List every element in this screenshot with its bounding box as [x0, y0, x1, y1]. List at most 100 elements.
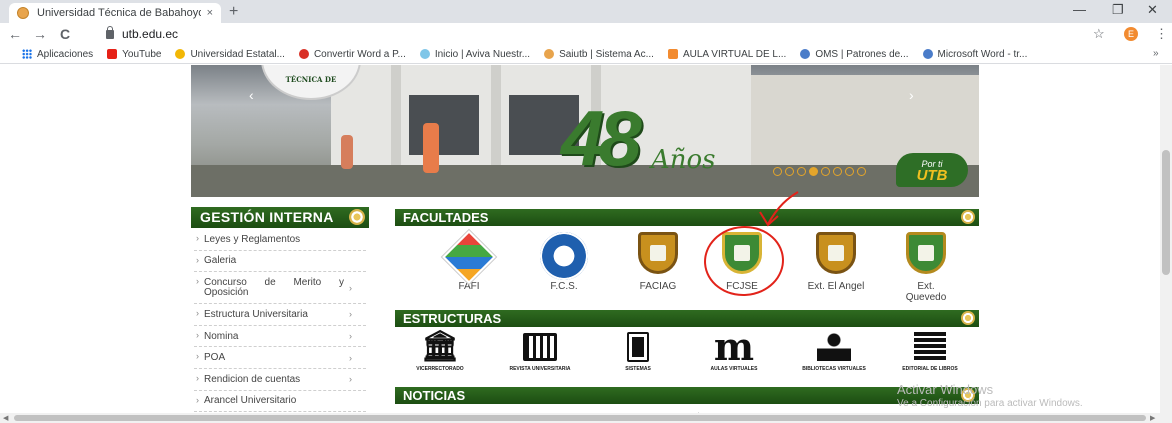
new-tab-button[interactable]: +: [229, 3, 238, 21]
facultad-el-angel[interactable]: Ext. El Angel: [800, 232, 872, 292]
vertical-scrollbar[interactable]: [1160, 65, 1172, 413]
bookmark-youtube[interactable]: YouTube: [107, 49, 161, 60]
sidebar-item-concurso[interactable]: › Concurso de Merito y Oposición ›: [194, 272, 366, 305]
el-angel-shield-icon: [816, 232, 856, 274]
restore-button[interactable]: ❐: [1112, 2, 1124, 18]
moodle-icon: [667, 49, 678, 59]
bookmark-label: Universidad Estatal...: [190, 48, 285, 60]
sidebar-item-leyes[interactable]: › Leyes y Reglamentos: [194, 229, 366, 251]
submenu-chevron-icon: ›: [349, 352, 352, 363]
close-tab-icon[interactable]: ×: [207, 7, 213, 19]
facultad-faciag[interactable]: FACIAG: [622, 232, 694, 292]
bookmark-label: Aplicaciones: [37, 48, 94, 60]
scroll-left-icon[interactable]: ◀: [3, 414, 8, 422]
facultad-fcs[interactable]: F.C.S.: [528, 232, 600, 292]
slider-next-button[interactable]: ›: [909, 87, 914, 103]
slider-dot[interactable]: [773, 167, 782, 176]
reload-button[interactable]: C: [60, 26, 70, 42]
bookmark-apps[interactable]: Aplicaciones: [22, 49, 93, 60]
bookmark-saiutb[interactable]: Saiutb | Sistema Ac...: [544, 49, 654, 60]
magazine-icon: [523, 333, 557, 361]
sidebar-item-nomina[interactable]: › Nomina ›: [194, 326, 366, 348]
estructura-revista[interactable]: REVISTA UNIVERSITARIA: [502, 330, 578, 372]
bookmark-label: Inicio | Aviva Nuestr...: [434, 48, 531, 60]
facultades-header: FACULTADES: [395, 209, 979, 226]
bookmark-star-icon[interactable]: ☆: [1093, 26, 1105, 42]
sidebar-title: GESTIÓN INTERNA: [191, 207, 369, 228]
estructura-aulas-virtuales[interactable]: m AULAS VIRTUALES: [696, 324, 772, 373]
back-button[interactable]: ←: [8, 26, 22, 42]
aviva-icon: [419, 49, 430, 59]
slider-dot[interactable]: [797, 167, 806, 176]
profile-avatar[interactable]: E: [1124, 27, 1138, 41]
slider-prev-button[interactable]: ‹: [249, 87, 254, 103]
bookmark-word[interactable]: Microsoft Word - tr...: [922, 48, 1028, 60]
browser-tab[interactable]: Universidad Técnica de Babahoyo ×: [9, 3, 221, 23]
reader-icon: [817, 333, 851, 361]
bookmarks-more-button[interactable]: »: [1153, 48, 1159, 59]
slider-dot[interactable]: [845, 167, 854, 176]
fcs-logo-icon: [540, 232, 588, 280]
sidebar-item-poa[interactable]: › POA ›: [194, 347, 366, 369]
facultad-fafi[interactable]: FAFI: [433, 230, 505, 292]
estructura-bibliotecas[interactable]: BIBLIOTECAS VIRTUALES: [796, 330, 872, 372]
noticias-header: NOTICIAS: [395, 387, 979, 404]
slider-dot[interactable]: [857, 167, 866, 176]
slider-dot[interactable]: [833, 167, 842, 176]
convert-icon: [298, 49, 309, 59]
browser-toolbar: ← → C utb.edu.ec ☆ E ⋮: [0, 23, 1172, 45]
sidebar-item-arancel[interactable]: › Arancel Universitario: [194, 391, 366, 413]
bookmark-oms[interactable]: OMS | Patrones de...: [800, 48, 909, 60]
bookmark-label: OMS | Patrones de...: [815, 48, 909, 60]
bookmarks-bar: Aplicaciones YouTube Universidad Estatal…: [0, 45, 1172, 64]
address-bar[interactable]: utb.edu.ec: [106, 25, 1138, 43]
por-ti-utb-badge: Por ti UTB: [896, 153, 968, 187]
bookmark-convertir-word[interactable]: Convertir Word a P...: [298, 49, 406, 60]
minimize-button[interactable]: —: [1073, 2, 1086, 17]
hero-banner: TÉCNICA DE 48 Años ‹ › Por ti UTB: [191, 65, 979, 197]
scroll-right-icon[interactable]: ▶: [1150, 414, 1155, 422]
university-icon: [175, 49, 186, 59]
slider-dot[interactable]: [809, 167, 818, 176]
estructuras-header: ESTRUCTURAS: [395, 310, 979, 327]
scrollbar-thumb[interactable]: [1162, 150, 1170, 275]
bookmark-aviva[interactable]: Inicio | Aviva Nuestr...: [419, 48, 531, 60]
books-icon: [914, 332, 946, 362]
slider-dot[interactable]: [821, 167, 830, 176]
youtube-icon: [107, 49, 118, 59]
bookmark-universidad-estatal[interactable]: Universidad Estatal...: [175, 49, 285, 60]
scrollbar-thumb[interactable]: [14, 415, 1146, 421]
menu-kebab-icon[interactable]: ⋮: [1155, 26, 1168, 42]
annotation-arrow-icon: [759, 191, 799, 227]
estructura-sistemas[interactable]: SISTEMAS: [600, 330, 676, 372]
estructura-vicerrectorado[interactable]: 🏛 VICERRECTORADO: [402, 330, 478, 373]
bookmark-label: YouTube: [122, 48, 162, 60]
slider-dot[interactable]: [785, 167, 794, 176]
slider-dots: [773, 167, 866, 176]
anniversary-number: 48: [561, 94, 642, 182]
facultad-quevedo[interactable]: Ext. Quevedo: [896, 232, 956, 303]
submenu-chevron-icon: ›: [349, 282, 352, 293]
lock-icon: [106, 25, 114, 39]
forward-button[interactable]: →: [33, 26, 47, 42]
close-window-button[interactable]: ✕: [1147, 2, 1158, 18]
submenu-chevron-icon: ›: [349, 309, 352, 320]
sidebar-item-rendicion[interactable]: › Rendicion de cuentas ›: [194, 369, 366, 391]
bookmark-label: Microsoft Word - tr...: [937, 48, 1028, 60]
sidebar-item-estructura[interactable]: › Estructura Universitaria ›: [194, 304, 366, 326]
gear-icon: [349, 209, 365, 225]
quevedo-shield-icon: [906, 232, 946, 274]
estructura-editorial[interactable]: EDITORIAL DE LIBROS: [892, 330, 968, 372]
anniversary-word: Años: [651, 145, 716, 175]
fafi-logo-icon: [442, 230, 496, 284]
bookmark-label: AULA VIRTUAL DE L...: [682, 48, 787, 60]
horizontal-scrollbar[interactable]: ◀ ▶: [0, 413, 1172, 423]
moodle-m-icon: m: [713, 324, 755, 369]
submenu-chevron-icon: ›: [349, 331, 352, 342]
sidebar-item-galeria[interactable]: › Galeria: [194, 251, 366, 273]
url-text: utb.edu.ec: [122, 27, 179, 41]
bookmark-aula-virtual[interactable]: AULA VIRTUAL DE L...: [667, 48, 787, 60]
sidebar-menu: › Leyes y Reglamentos › Galeria › Concurso …: [194, 229, 366, 413]
tab-title: Universidad Técnica de Babahoyo: [37, 7, 201, 19]
bookmark-label: Saiutb | Sistema Ac...: [559, 48, 654, 60]
